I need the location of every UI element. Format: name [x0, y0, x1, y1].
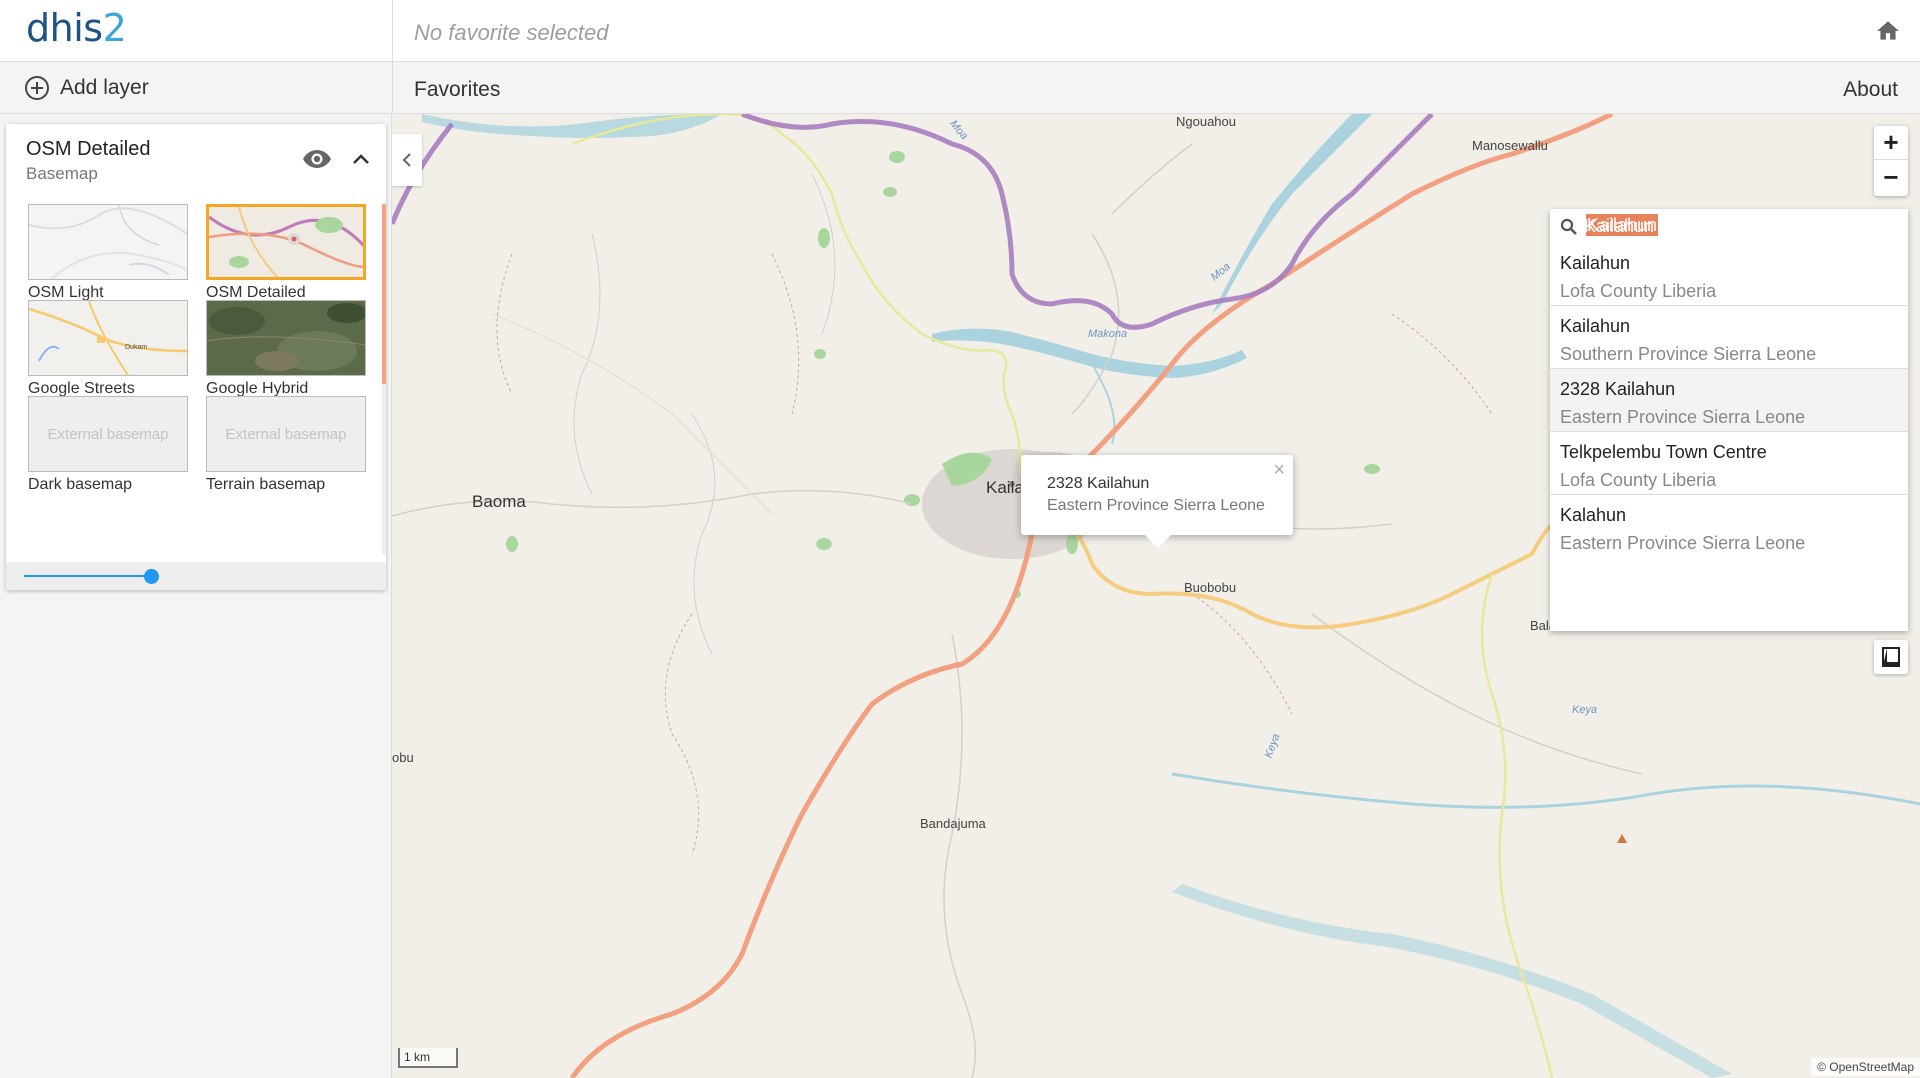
- opacity-slider-track[interactable]: [24, 575, 152, 577]
- basemap-google-hybrid[interactable]: Google Hybrid: [206, 300, 368, 398]
- osm-light-thumbnail: [28, 204, 188, 280]
- chevron-up-icon[interactable]: [350, 148, 372, 170]
- terrain-basemap-thumbnail: External basemap: [206, 396, 366, 472]
- basemap-layer-card: OSM Detailed Basemap OSM Light OSM Detai…: [6, 124, 386, 590]
- popup-tip: [1144, 534, 1172, 548]
- favorite-title: No favorite selected: [414, 20, 609, 45]
- basemap-osm-light[interactable]: OSM Light: [28, 204, 190, 302]
- result-name: Telkpelembu Town Centre: [1560, 442, 1767, 462]
- layer-subtitle: Basemap: [26, 164, 98, 183]
- search-input[interactable]: [1584, 213, 1900, 239]
- result-description: Lofa County Liberia: [1560, 470, 1717, 490]
- result-description: Lofa County Liberia: [1560, 281, 1717, 301]
- home-icon[interactable]: [1874, 18, 1902, 44]
- search-result-item[interactable]: Kailahun Lofa County Liberia: [1550, 243, 1908, 306]
- layer-title: OSM Detailed: [26, 138, 151, 160]
- about-button[interactable]: About: [1843, 78, 1898, 102]
- basemap-scrollbar-thumb[interactable]: [382, 204, 386, 384]
- river-label: Keya: [1572, 704, 1598, 716]
- result-name: Kailahun: [1560, 316, 1631, 336]
- basemap-dark[interactable]: External basemap Dark basemap: [28, 396, 190, 494]
- org-unit-popup: × 2328 Kailahun Eastern Province Sierra …: [1021, 455, 1293, 548]
- google-hybrid-thumbnail: [206, 300, 366, 376]
- google-streets-thumbnail: Dukam: [28, 300, 188, 376]
- opacity-slider-thumb[interactable]: [144, 569, 159, 584]
- scale-bar: 1 km: [398, 1048, 458, 1068]
- zoom-out-button[interactable]: −: [1874, 161, 1908, 195]
- basemap-list: OSM Light OSM Detailed Dukam Google Stre…: [6, 192, 386, 562]
- basemap-osm-detailed[interactable]: OSM Detailed: [206, 204, 368, 302]
- place-label: Ngouahou: [1176, 114, 1236, 129]
- add-circle-icon: [25, 76, 49, 100]
- result-description: Eastern Province Sierra Leone: [1560, 407, 1806, 427]
- app: dhis2 No favorite selected Add layer Fav…: [0, 0, 1920, 1078]
- dhis2-logo[interactable]: dhis2: [26, 6, 127, 50]
- opacity-control: [6, 562, 386, 590]
- result-description: Southern Province Sierra Leone: [1560, 344, 1817, 364]
- collapse-panel-button[interactable]: [392, 134, 422, 186]
- dark-basemap-thumbnail: External basemap: [28, 396, 188, 472]
- place-label: Baoma: [472, 492, 526, 511]
- logo-number: 2: [102, 6, 127, 50]
- svg-text:Dukam: Dukam: [125, 344, 147, 351]
- river-label: Makona: [1088, 328, 1128, 340]
- map-attribution[interactable]: © OpenStreetMap: [1811, 1058, 1920, 1076]
- basemap-label: Dark basemap: [28, 476, 133, 493]
- basemap-terrain[interactable]: External basemap Terrain basemap: [206, 396, 368, 494]
- toolbar: Add layer Favorites About: [0, 62, 1920, 114]
- map-canvas[interactable]: Ngouahou Manosewallu Makona Kailahun Bao…: [392, 114, 1920, 1078]
- search-icon: [1560, 218, 1577, 235]
- favorites-button[interactable]: Favorites: [414, 78, 500, 102]
- place-label: Bandajuma: [920, 816, 986, 831]
- place-label: obu: [392, 750, 414, 765]
- logo-text: dhis: [26, 6, 103, 50]
- ruler-icon: [1882, 647, 1900, 667]
- popup-description: Eastern Province Sierra Leone: [1047, 497, 1265, 514]
- popup-close-button[interactable]: ×: [1273, 459, 1285, 482]
- basemap-label: Terrain basemap: [206, 476, 326, 493]
- osm-detailed-thumbnail: [206, 204, 366, 280]
- eye-icon[interactable]: [302, 148, 332, 170]
- search-result-item[interactable]: 2328 Kailahun Eastern Province Sierra Le…: [1550, 369, 1908, 432]
- add-layer-button[interactable]: Add layer: [24, 72, 149, 104]
- popup-name: 2328 Kailahun: [1047, 475, 1150, 492]
- result-name: Kalahun: [1560, 505, 1627, 525]
- place-search-panel: Kailahun Kailahun Lofa County Liberia Ka…: [1550, 209, 1908, 631]
- external-basemap-placeholder: External basemap: [29, 397, 187, 471]
- header-divider: [392, 0, 393, 62]
- add-layer-label: Add layer: [60, 76, 149, 99]
- search-result-item[interactable]: Kalahun Eastern Province Sierra Leone: [1550, 495, 1908, 558]
- layers-panel: OSM Detailed Basemap OSM Light OSM Detai…: [0, 114, 392, 1078]
- search-result-item[interactable]: Kailahun Southern Province Sierra Leone: [1550, 306, 1908, 369]
- result-name: 2328 Kailahun: [1560, 379, 1676, 399]
- place-label: Buobobu: [1184, 580, 1237, 595]
- toolbar-divider: [392, 62, 393, 114]
- search-result-item[interactable]: Telkpelembu Town Centre Lofa County Libe…: [1550, 432, 1908, 495]
- zoom-in-button[interactable]: +: [1874, 126, 1908, 160]
- zoom-control: + −: [1874, 126, 1908, 196]
- result-name: Kailahun: [1560, 253, 1631, 273]
- external-basemap-placeholder: External basemap: [207, 397, 365, 471]
- header-bar: dhis2 No favorite selected: [0, 0, 1920, 62]
- search-bar: Kailahun: [1550, 209, 1908, 243]
- result-description: Eastern Province Sierra Leone: [1560, 533, 1806, 553]
- place-label: Manosewallu: [1472, 138, 1548, 153]
- basemap-google-streets[interactable]: Dukam Google Streets: [28, 300, 190, 398]
- measure-button[interactable]: [1874, 640, 1908, 674]
- chevron-left-icon: [402, 153, 411, 167]
